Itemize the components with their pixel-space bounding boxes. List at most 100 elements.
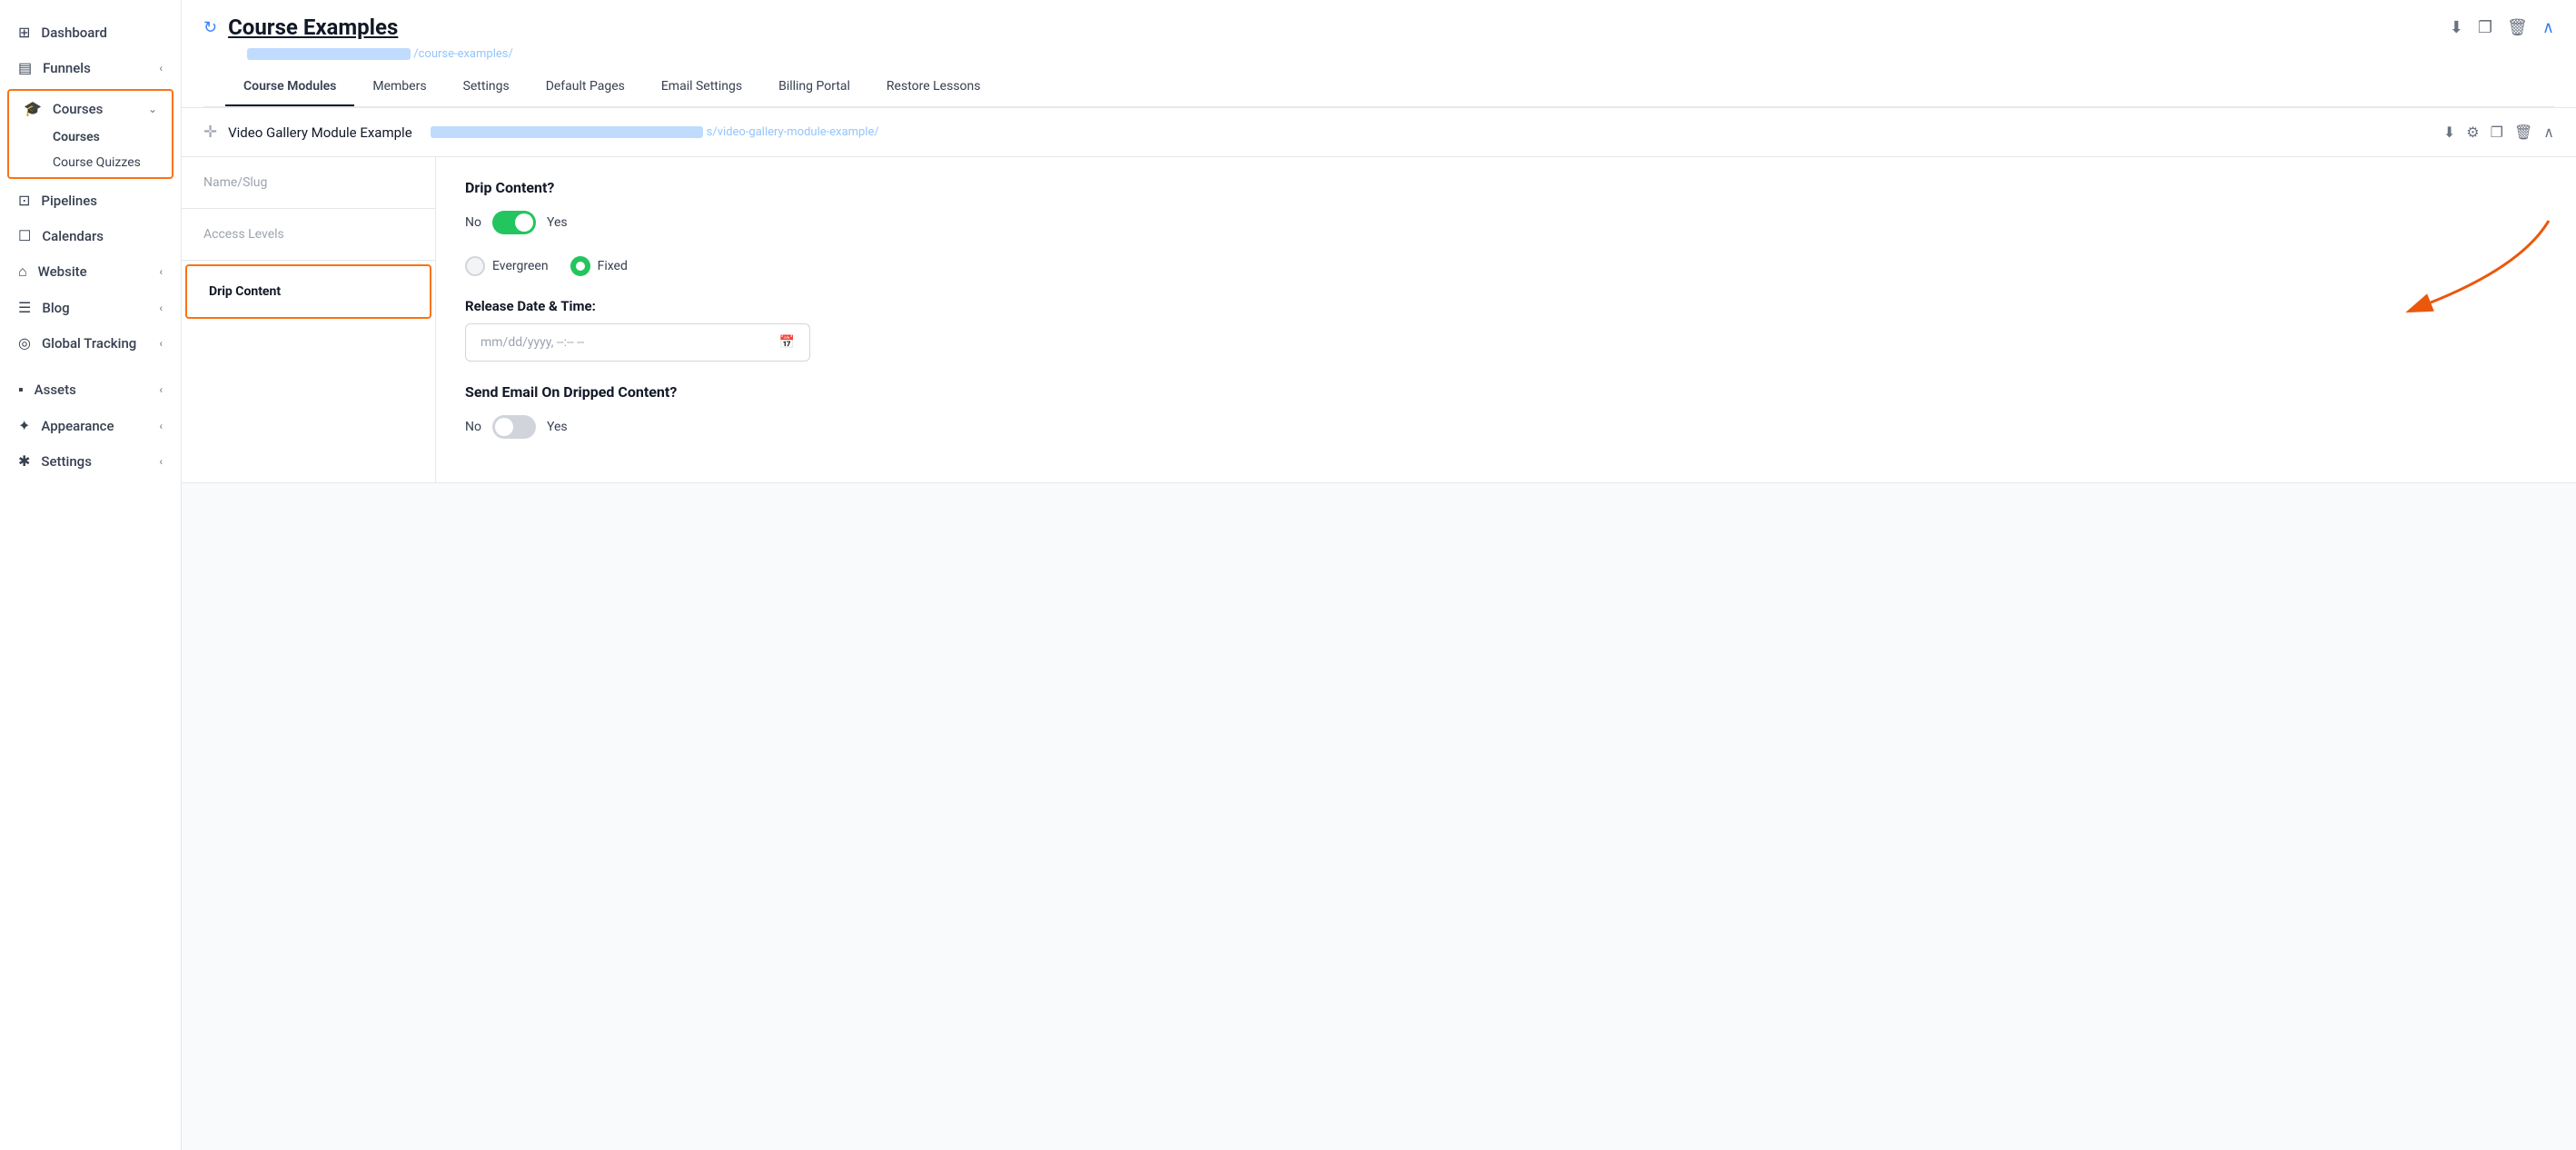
radio-evergreen[interactable]: Evergreen (465, 256, 549, 276)
assets-icon: ▪ (18, 381, 24, 399)
website-chevron: ‹ (159, 265, 163, 278)
download-icon[interactable]: ⬇ (2450, 18, 2463, 37)
release-date-label: Release Date & Time: (465, 298, 2547, 314)
module-download-icon[interactable]: ⬇ (2443, 124, 2455, 141)
sidebar-item-funnels[interactable]: ▤ Funnels ‹ (0, 50, 181, 85)
module-collapse-icon[interactable]: ∧ (2543, 124, 2554, 141)
global-tracking-chevron: ‹ (159, 337, 163, 350)
tab-email-settings[interactable]: Email Settings (643, 68, 760, 106)
toggle-yes-label: Yes (547, 215, 568, 230)
collapse-icon[interactable]: ∧ (2542, 18, 2554, 37)
drag-handle-icon[interactable]: ✛ (203, 123, 217, 142)
tab-restore-lessons[interactable]: Restore Lessons (868, 68, 999, 106)
assets-chevron: ‹ (159, 383, 163, 396)
send-email-title: Send Email On Dripped Content? (465, 383, 2547, 401)
header-title-area: ↻ Course Examples (203, 15, 398, 40)
settings-icon: ✱ (18, 452, 30, 470)
module-url-area: s/video-gallery-module-example/ (423, 125, 2432, 139)
sidebar-item-courses[interactable]: 🎓 Courses ⌄ (9, 93, 172, 124)
drip-content-title: Drip Content? (465, 179, 2547, 196)
sidebar-label-blog: Blog (42, 300, 69, 316)
send-email-yes-label: Yes (547, 420, 568, 434)
left-panel-drip-content[interactable]: Drip Content (185, 264, 431, 319)
module-copy-icon[interactable]: ❐ (2491, 124, 2503, 141)
sidebar-label-calendars: Calendars (42, 228, 104, 244)
main-body: ✛ Video Gallery Module Example s/video-g… (182, 108, 2576, 1150)
delete-icon[interactable]: 🗑 (2507, 18, 2528, 37)
sidebar-label-global-tracking: Global Tracking (42, 335, 136, 352)
left-panel-name-slug[interactable]: Name/Slug (182, 157, 435, 209)
url-text[interactable]: /course-examples/ (413, 47, 513, 61)
dashboard-icon: ⊞ (18, 24, 30, 41)
radio-fixed[interactable]: Fixed (570, 256, 628, 276)
sidebar-item-global-tracking[interactable]: ◎ Global Tracking ‹ (0, 325, 181, 361)
drip-toggle[interactable] (492, 211, 536, 234)
send-email-toggle[interactable] (492, 415, 536, 439)
courses-chevron: ⌄ (148, 103, 157, 115)
tab-billing-portal[interactable]: Billing Portal (760, 68, 868, 106)
blog-chevron: ‹ (159, 302, 163, 314)
blog-icon: ☰ (18, 299, 31, 316)
sidebar-label-assets: Assets (35, 382, 76, 398)
date-input[interactable]: mm/dd/yyyy, --:-- -- 📅 (465, 323, 810, 362)
sidebar-label-dashboard: Dashboard (41, 25, 107, 41)
left-panel-access-levels[interactable]: Access Levels (182, 209, 435, 261)
sidebar-item-appearance[interactable]: ✦ Appearance ‹ (0, 408, 181, 443)
tabs-bar: Course Modules Members Settings Default … (203, 68, 2554, 107)
radio-row: Evergreen Fixed (465, 256, 2547, 276)
drip-toggle-row: No Yes (465, 211, 2547, 234)
tab-default-pages[interactable]: Default Pages (528, 68, 643, 106)
right-panel: Drip Content? No Yes (436, 157, 2576, 482)
tab-members[interactable]: Members (354, 68, 444, 106)
fixed-label: Fixed (598, 259, 628, 273)
module-settings-icon[interactable]: ⚙ (2466, 124, 2479, 141)
fixed-radio-circle (570, 256, 590, 276)
sidebar-item-assets[interactable]: ▪ Assets ‹ (0, 372, 181, 408)
tab-settings[interactable]: Settings (445, 68, 528, 106)
sidebar-label-appearance: Appearance (41, 418, 114, 434)
sidebar-label-courses: Courses (53, 101, 103, 117)
module-title: Video Gallery Module Example (228, 124, 412, 141)
header-url: /course-examples/ (247, 47, 2554, 61)
header-top-row: ↻ Course Examples ⬇ ❐ 🗑 ∧ (203, 15, 2554, 40)
module-header-row: ✛ Video Gallery Module Example s/video-g… (182, 108, 2576, 157)
refresh-icon[interactable]: ↻ (203, 18, 217, 37)
sidebar-subitem-courses[interactable]: Courses (9, 124, 172, 150)
module-delete-icon[interactable]: 🗑 (2514, 124, 2532, 141)
appearance-chevron: ‹ (159, 420, 163, 432)
module-url-blur (431, 126, 703, 138)
sidebar-item-pipelines[interactable]: ⊡ Pipelines (0, 183, 181, 218)
evergreen-label: Evergreen (492, 259, 549, 273)
sidebar-label-settings: Settings (41, 453, 92, 470)
evergreen-radio-circle (465, 256, 485, 276)
module-url-text[interactable]: s/video-gallery-module-example/ (707, 125, 879, 139)
header-actions: ⬇ ❐ 🗑 ∧ (2450, 18, 2554, 37)
toggle-slider (492, 211, 536, 234)
website-icon: ⌂ (18, 263, 27, 281)
funnels-icon: ▤ (18, 59, 32, 76)
courses-box: 🎓 Courses ⌄ Courses Course Quizzes (7, 89, 173, 179)
funnels-chevron: ‹ (159, 62, 163, 74)
sidebar-sublabel-courses: Courses (53, 130, 100, 144)
send-email-toggle-row: No Yes (465, 415, 2547, 439)
tab-course-modules[interactable]: Course Modules (225, 68, 354, 106)
pipelines-icon: ⊡ (18, 192, 30, 209)
sidebar-item-dashboard[interactable]: ⊞ Dashboard (0, 15, 181, 50)
page-header: ↻ Course Examples ⬇ ❐ 🗑 ∧ /course-exampl… (182, 0, 2576, 108)
sidebar-label-website: Website (38, 263, 87, 280)
sidebar-item-website[interactable]: ⌂ Website ‹ (0, 253, 181, 290)
send-email-toggle-slider (492, 415, 536, 439)
page-title: Course Examples (228, 15, 398, 40)
left-panel: Name/Slug Access Levels Drip Content (182, 157, 436, 482)
sidebar-label-funnels: Funnels (43, 60, 91, 76)
sidebar-item-blog[interactable]: ☰ Blog ‹ (0, 290, 181, 325)
sidebar-subitem-quizzes[interactable]: Course Quizzes (9, 150, 172, 175)
sidebar-sublabel-quizzes: Course Quizzes (53, 155, 141, 170)
copy-icon[interactable]: ❐ (2478, 18, 2492, 37)
module-actions: ⬇ ⚙ ❐ 🗑 ∧ (2443, 124, 2554, 141)
sidebar-item-calendars[interactable]: ☐ Calendars (0, 218, 181, 253)
module-body: Name/Slug Access Levels Drip Content (182, 157, 2576, 483)
drip-content-section: Drip Content? No Yes (465, 179, 2547, 439)
sidebar-label-pipelines: Pipelines (41, 193, 97, 209)
sidebar-item-settings[interactable]: ✱ Settings ‹ (0, 443, 181, 479)
